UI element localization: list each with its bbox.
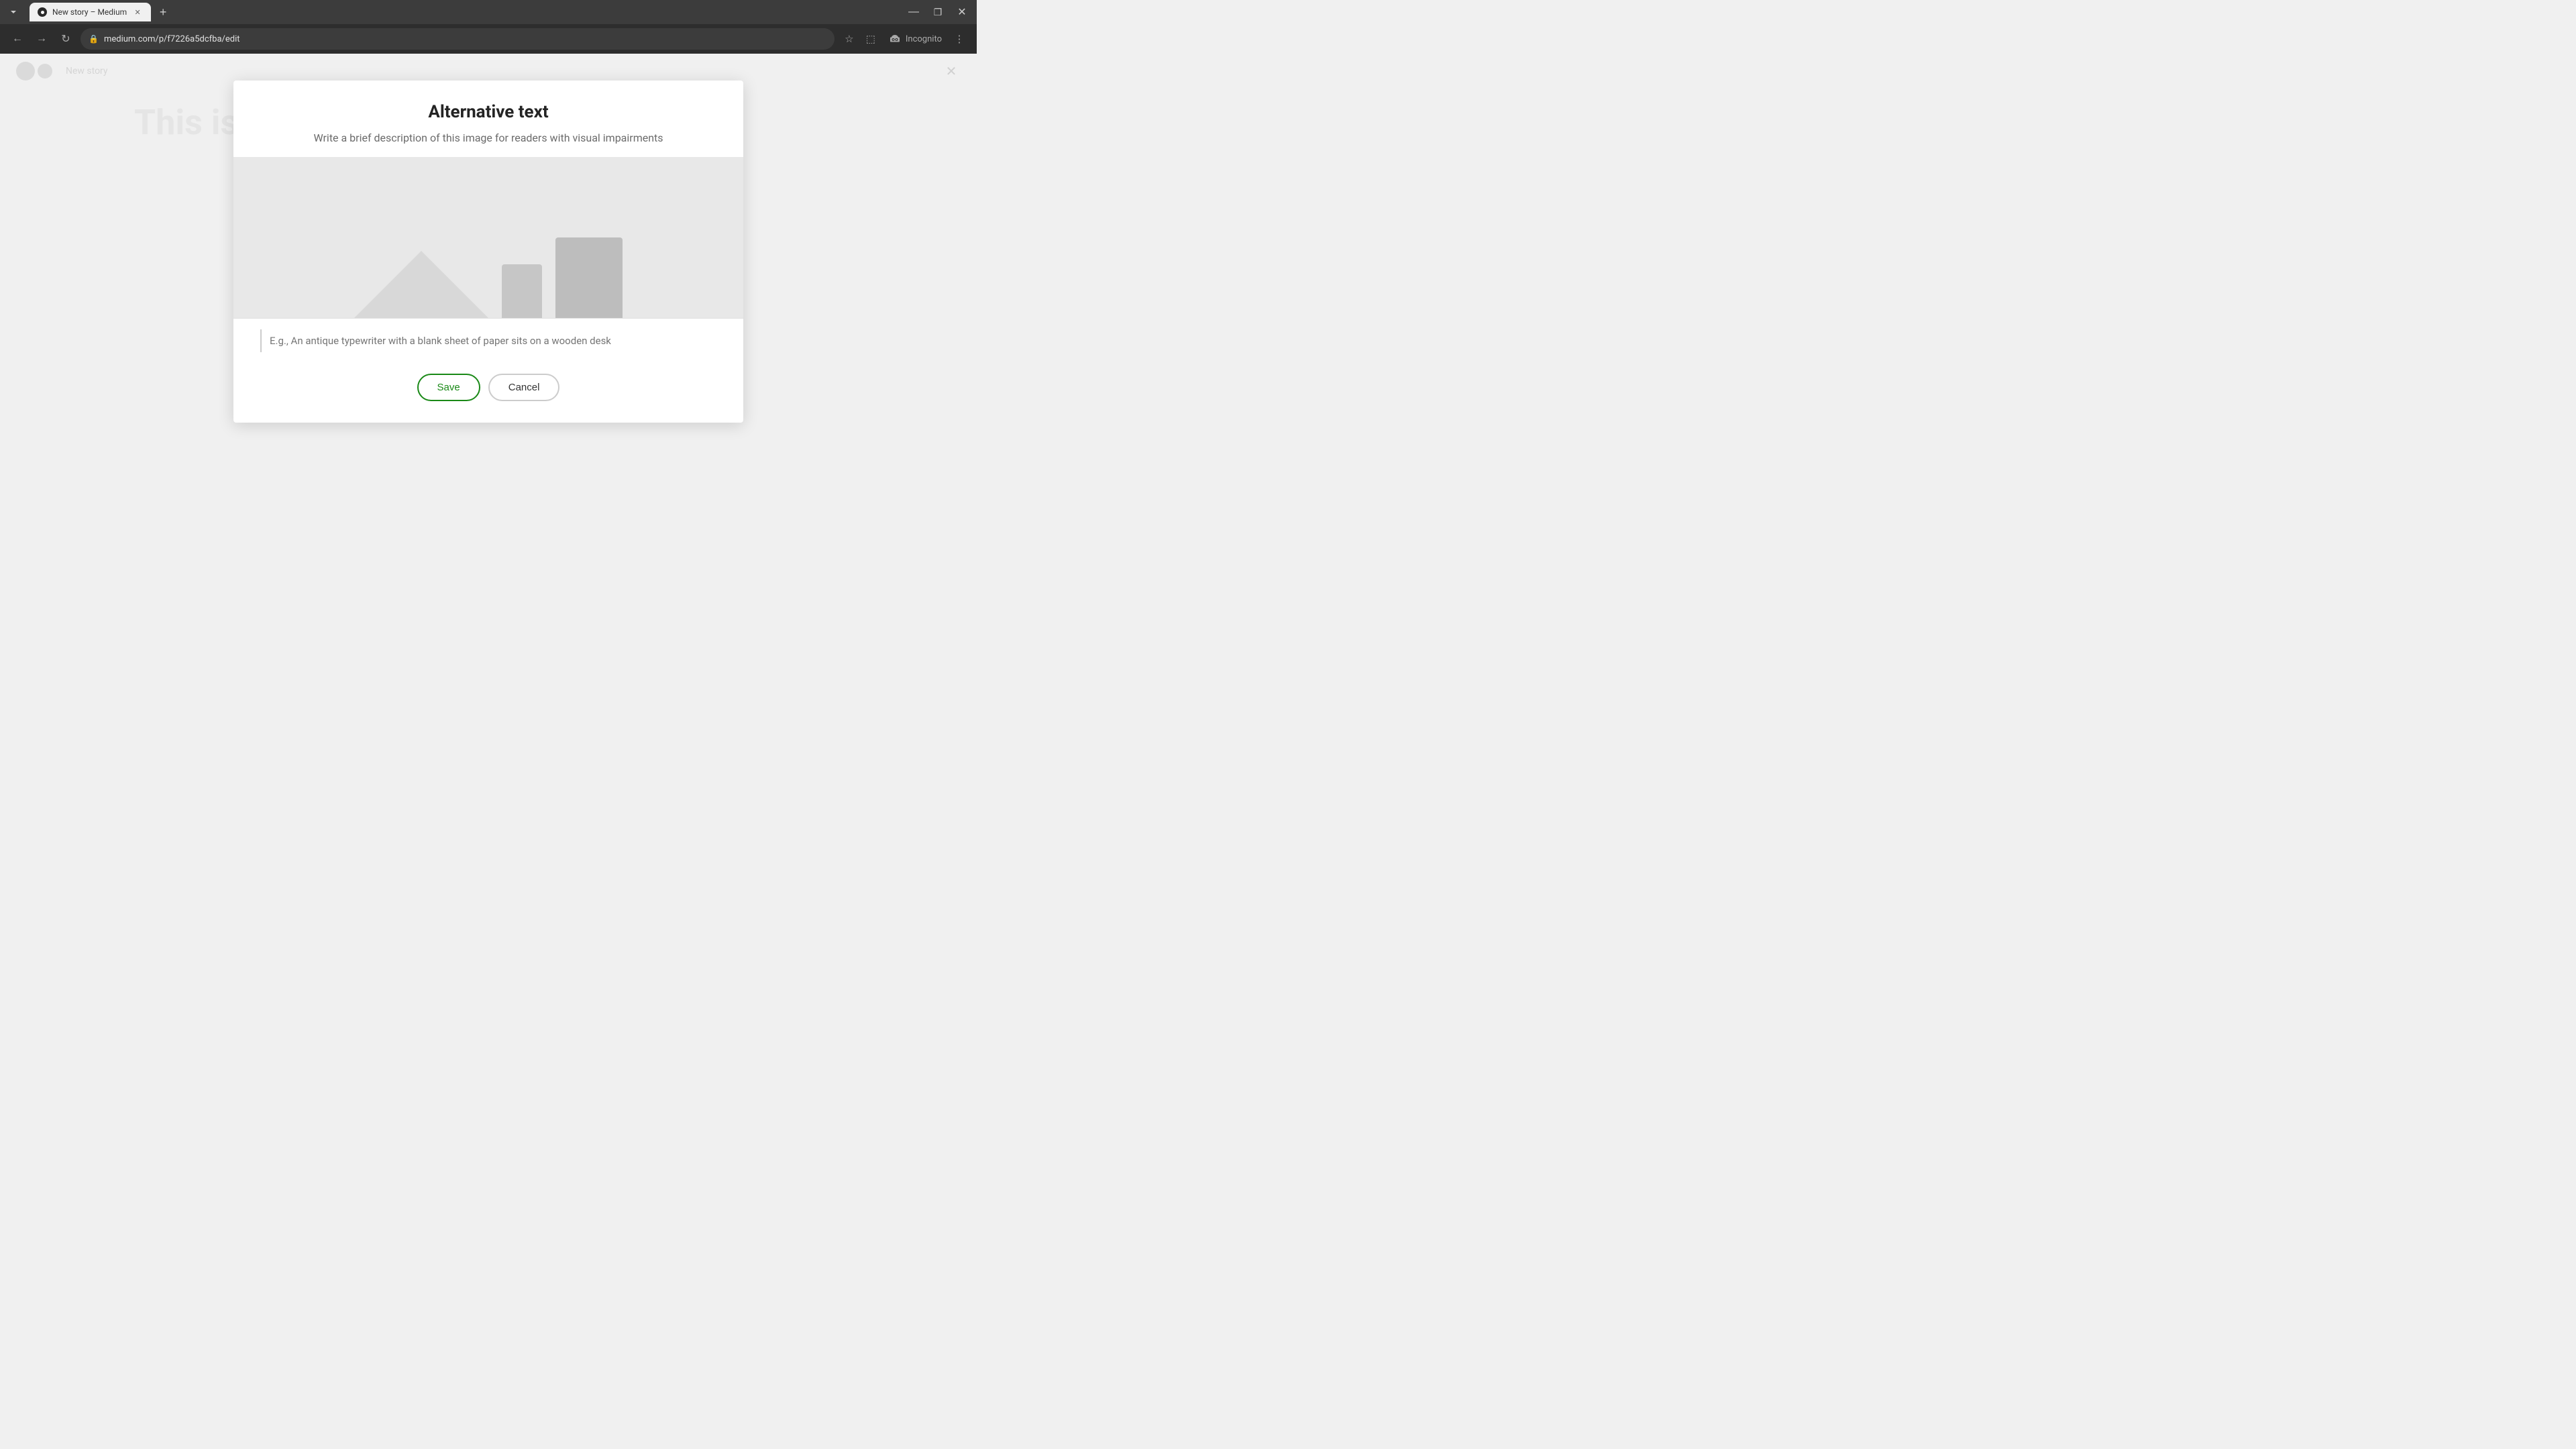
maximize-button[interactable]: ❐	[928, 3, 947, 21]
tab-bar: New story – Medium ✕ + — ❐ ✕	[0, 0, 977, 24]
tab-controls	[5, 4, 21, 20]
tab-favicon	[38, 7, 47, 17]
back-button[interactable]: ←	[8, 30, 27, 48]
favicon-dot	[41, 11, 44, 14]
forward-button[interactable]: →	[32, 30, 51, 48]
mountain-shape	[354, 251, 488, 318]
window-controls: — ❐ ✕	[904, 3, 971, 21]
shape-2	[555, 237, 623, 318]
split-view-button[interactable]: ⬚	[861, 30, 880, 48]
modal-subtitle: Write a brief description of this image …	[260, 130, 716, 146]
lock-icon: 🔒	[89, 34, 99, 44]
page-content: New story ✕ This is a samp... Alternativ…	[0, 54, 977, 547]
more-options-button[interactable]: ⋮	[950, 30, 969, 48]
address-bar[interactable]: 🔒 medium.com/p/f7226a5dcfba/edit	[80, 28, 835, 50]
bookmark-button[interactable]: ☆	[840, 30, 859, 48]
incognito-icon	[888, 32, 902, 46]
minimize-button[interactable]: —	[904, 3, 923, 21]
address-text: medium.com/p/f7226a5dcfba/edit	[104, 34, 826, 44]
save-button[interactable]: Save	[417, 374, 480, 401]
shape-1	[502, 264, 542, 318]
close-window-button[interactable]: ✕	[953, 3, 971, 21]
tab-title: New story – Medium	[52, 7, 127, 17]
new-tab-button[interactable]: +	[154, 3, 172, 21]
modal-title: Alternative text	[260, 102, 716, 122]
modal-image-area	[233, 157, 743, 318]
nav-bar: ← → ↻ 🔒 medium.com/p/f7226a5dcfba/edit ☆…	[0, 24, 977, 54]
modal-actions: Save Cancel	[233, 363, 743, 423]
modal-header: Alternative text Write a brief descripti…	[233, 80, 743, 157]
alt-text-modal: Alternative text Write a brief descripti…	[233, 80, 743, 423]
nav-right-actions: ☆ ⬚ Incognito ⋮	[840, 30, 969, 48]
modal-input-area	[233, 318, 743, 363]
active-tab[interactable]: New story – Medium ✕	[30, 3, 151, 21]
image-placeholder	[354, 237, 623, 318]
incognito-label: Incognito	[906, 34, 942, 44]
tab-dropdown-button[interactable]	[5, 4, 21, 20]
tab-close-button[interactable]: ✕	[132, 7, 143, 17]
cancel-button[interactable]: Cancel	[488, 374, 560, 401]
browser-chrome: New story – Medium ✕ + — ❐ ✕ ← → ↻ 🔒 med…	[0, 0, 977, 54]
reload-button[interactable]: ↻	[56, 30, 75, 48]
modal-overlay: Alternative text Write a brief descripti…	[0, 54, 977, 547]
alt-text-input[interactable]	[260, 329, 716, 352]
incognito-badge[interactable]: Incognito	[883, 30, 947, 48]
